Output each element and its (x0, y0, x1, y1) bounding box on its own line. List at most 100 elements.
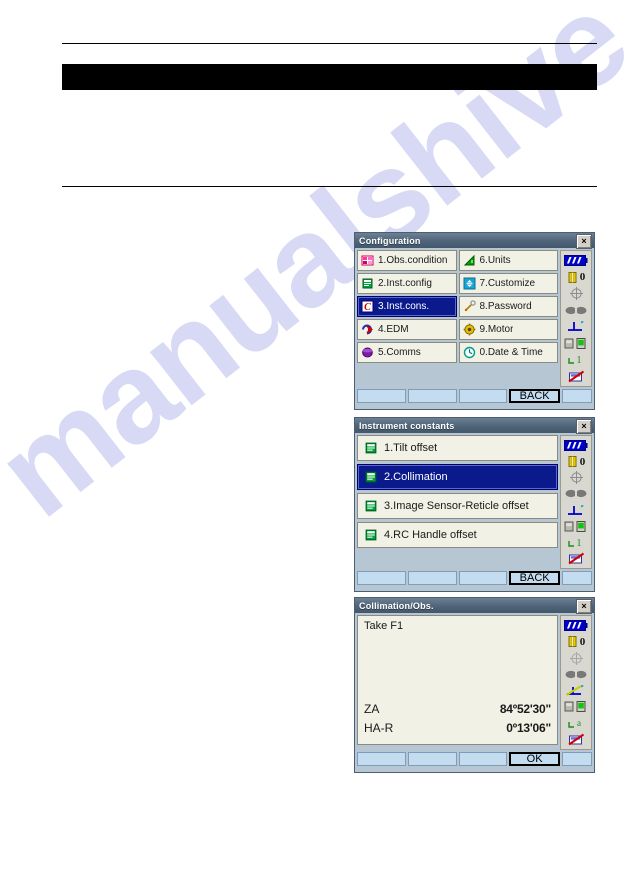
softkey-back[interactable]: BACK (509, 389, 560, 403)
document-icon (364, 470, 378, 484)
status-strip-collimation-obs: 0 a (560, 615, 592, 750)
menu-item-label: 7.Customize (479, 278, 536, 289)
edm-off-row (561, 732, 591, 747)
softkey-ok[interactable]: OK (509, 752, 560, 766)
menu-item-collimation[interactable]: 2.Collimation (357, 464, 558, 490)
dialog-title: Collimation/Obs. (359, 600, 434, 611)
status-strip-instrument-constants: 0 1 (560, 435, 592, 569)
tilt-correction-row (561, 319, 591, 335)
document-icon (364, 499, 378, 513)
laser-pointer-row (561, 303, 591, 319)
edm-icon (361, 323, 374, 336)
menu-item-label: 0.Date & Time (479, 347, 543, 358)
battery-row (561, 253, 591, 269)
menu-item-label: 5.Comms (378, 347, 421, 358)
battery-row (561, 438, 591, 453)
menu-item-units[interactable]: 6.Units (458, 250, 558, 271)
redacted-heading-bar (62, 64, 597, 90)
menu-item-label: 2.Collimation (384, 471, 448, 483)
softkey-row-configuration: BACK (355, 387, 594, 405)
svg-text:a: a (577, 718, 581, 728)
reading-row-za: ZA 84º52'30" (364, 702, 551, 721)
instrument-target-icon (564, 337, 586, 349)
menu-item-label: 4.RC Handle offset (384, 529, 477, 541)
menu-list-instrument-constants: 1.Tilt offset 2.Collimation 3.Image Sens… (357, 435, 558, 569)
softkey-3[interactable] (458, 571, 508, 585)
crosshair-row (561, 651, 591, 666)
menu-item-label: 1.Obs.condition (378, 255, 448, 266)
menu-item-inst-cons[interactable]: C 3.Inst.cons. (357, 296, 457, 317)
target-row: 0 (561, 634, 591, 649)
softkey-back[interactable]: BACK (509, 571, 560, 585)
crosshair-row (561, 470, 591, 485)
target-row: 0 (561, 270, 591, 286)
units-icon (463, 254, 476, 267)
menu-item-inst-config[interactable]: 2.Inst.config (357, 273, 457, 294)
mode-one-icon: 1 (568, 355, 582, 366)
reading-panel: Take F1 ZA 84º52'30" HA-R 0º13'06" (357, 615, 558, 745)
menu-item-label: 9.Motor (479, 324, 514, 335)
instrument-target-icon (564, 701, 586, 713)
instrument-target-icon (564, 520, 586, 532)
prism-target-icon (568, 636, 577, 648)
menu-item-date-time[interactable]: 0.Date & Time (458, 342, 558, 363)
menu-item-obs-condition[interactable]: 1.Obs.condition (357, 250, 457, 271)
laser-ellipse-icon (565, 490, 587, 498)
dialog-instrument-constants: Instrument constants × 1.Tilt offset 2.C… (354, 417, 595, 592)
tilt-on-icon (565, 684, 584, 696)
softkey-3[interactable] (458, 389, 508, 403)
battery-icon (564, 620, 588, 632)
softkey-1[interactable] (357, 571, 406, 585)
crosshair-icon (569, 651, 583, 665)
softkey-1[interactable] (357, 752, 406, 766)
menu-item-label: 3.Inst.cons. (378, 301, 430, 312)
battery-icon (564, 255, 588, 267)
softkey-2[interactable] (407, 752, 457, 766)
menu-item-edm[interactable]: 4.EDM (357, 319, 457, 340)
menu-item-rc-handle-offset[interactable]: 4.RC Handle offset (357, 522, 558, 548)
dialog-body: 1.Tilt offset 2.Collimation 3.Image Sens… (355, 433, 594, 569)
titlebar-instrument-constants: Instrument constants × (355, 418, 594, 434)
softkey-2[interactable] (407, 571, 457, 585)
obs-condition-icon (361, 254, 374, 267)
edm-disabled-icon (567, 370, 584, 383)
close-icon[interactable]: × (576, 234, 592, 249)
laser-ellipse-icon (565, 670, 587, 679)
svg-text:1: 1 (577, 538, 582, 549)
menu-item-tilt-offset[interactable]: 1.Tilt offset (357, 435, 558, 461)
menu-item-customize[interactable]: 7.Customize (458, 273, 558, 294)
crosshair-icon (569, 287, 583, 301)
date-time-icon (463, 346, 476, 359)
softkey-2[interactable] (407, 389, 457, 403)
crosshair-row (561, 286, 591, 302)
close-icon[interactable]: × (576, 419, 592, 434)
menu-item-image-sensor-reticle-offset[interactable]: 3.Image Sensor-Reticle offset (357, 493, 558, 519)
input-mode-row (561, 336, 591, 352)
laser-pointer-row (561, 486, 591, 501)
mode-indicator-row: 1 (561, 352, 591, 368)
edm-disabled-icon (567, 552, 584, 565)
menu-item-label: 6.Units (479, 255, 511, 266)
menu-item-motor[interactable]: 9.Motor (458, 319, 558, 340)
softkey-3[interactable] (458, 752, 508, 766)
motor-icon (463, 323, 476, 336)
menu-item-comms[interactable]: 5.Comms (357, 342, 457, 363)
prism-target-icon (568, 271, 577, 283)
crosshair-icon (569, 471, 583, 485)
mode-one-icon: 1 (568, 538, 582, 549)
menu-item-label: 2.Inst.config (378, 278, 432, 289)
softkey-1[interactable] (357, 389, 406, 403)
softkey-5[interactable] (562, 389, 592, 403)
reading-label: ZA (364, 702, 380, 716)
menu-item-password[interactable]: 8.Password (458, 296, 558, 317)
softkey-5[interactable] (562, 752, 592, 766)
inst-config-icon (361, 277, 374, 290)
section-rule (62, 186, 597, 187)
reading-value: 0º13'06" (506, 721, 551, 735)
battery-icon (564, 440, 588, 452)
softkey-5[interactable] (562, 571, 592, 585)
laser-pointer-row (561, 667, 591, 682)
close-icon[interactable]: × (576, 599, 592, 614)
dialog-collimation-obs: Collimation/Obs. × Take F1 ZA 84º52'30" … (354, 597, 595, 773)
input-mode-row (561, 519, 591, 534)
